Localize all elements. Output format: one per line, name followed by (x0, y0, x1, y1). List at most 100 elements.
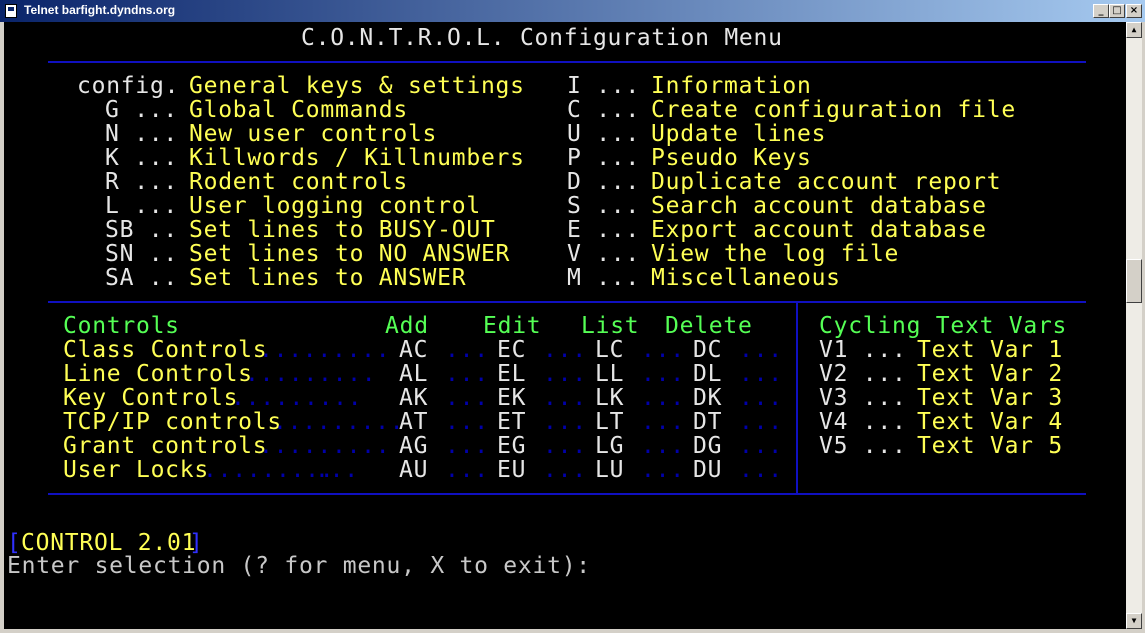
control-add[interactable]: AL (399, 362, 428, 386)
leader-dots: ... (739, 457, 783, 483)
page-title: C.O.N.T.R.O.L. Configuration Menu (301, 25, 783, 51)
leader-dots: ... (445, 385, 489, 411)
text-var-item[interactable]: Text Var 2 (917, 362, 1063, 386)
control-delete[interactable]: DL (693, 362, 722, 386)
control-edit[interactable]: EL (497, 362, 526, 386)
menu-item-information[interactable]: Information (651, 74, 812, 98)
menu-item-answer[interactable]: Set lines to ANSWER (189, 266, 466, 290)
menu-item-view-log[interactable]: View the log file (651, 242, 899, 266)
leader-dots: ... (641, 361, 685, 387)
menu-key: L ... (105, 193, 178, 219)
menu-item-global[interactable]: Global Commands (189, 98, 408, 122)
status-version: CONTROL 2.01 (21, 530, 197, 556)
control-delete[interactable]: DK (693, 386, 722, 410)
menu-key: D ... (567, 169, 640, 195)
leader-dots: ......... (245, 361, 377, 387)
control-edit[interactable]: EK (497, 386, 526, 410)
control-list[interactable]: LK (595, 386, 624, 410)
control-name[interactable]: Line Controls (63, 362, 253, 386)
control-delete[interactable]: DG (693, 434, 722, 458)
control-name[interactable]: Grant controls (63, 434, 267, 458)
leader-dots: ... (739, 361, 783, 387)
control-add[interactable]: AU (399, 458, 428, 482)
control-list[interactable]: LU (595, 458, 624, 482)
menu-item-update-lines[interactable]: Update lines (651, 122, 826, 146)
leader-dots: ... (739, 385, 783, 411)
leader-dots: ... (445, 409, 489, 435)
leader-dots: ... (543, 361, 587, 387)
leader-dots: ... (641, 385, 685, 411)
control-add[interactable]: AK (399, 386, 428, 410)
menu-item-killwords[interactable]: Killwords / Killnumbers (189, 146, 525, 170)
menu-item-rodent[interactable]: Rodent controls (189, 170, 408, 194)
scroll-up-icon[interactable]: ▲ (1126, 22, 1142, 38)
menu-key: M ... (567, 265, 640, 291)
menu-item-export-db[interactable]: Export account database (651, 218, 987, 242)
close-button[interactable]: × (1126, 4, 1142, 18)
vertical-scrollbar[interactable]: ▲ ▼ (1126, 22, 1142, 629)
window-titlebar: Telnet barfight.dyndns.org _ □ × (0, 0, 1145, 22)
text-var-item[interactable]: Text Var 4 (917, 410, 1063, 434)
menu-key: I ... (567, 73, 640, 99)
menu-key: U ... (567, 121, 640, 147)
text-var-item[interactable]: Text Var 3 (917, 386, 1063, 410)
menu-item-create-config[interactable]: Create configuration file (651, 98, 1016, 122)
leader-dots: ... (543, 457, 587, 483)
leader-dots: ... (543, 433, 587, 459)
control-edit[interactable]: ET (497, 410, 526, 434)
control-add[interactable]: AC (399, 338, 428, 362)
control-add[interactable]: AG (399, 434, 428, 458)
menu-item-new-user[interactable]: New user controls (189, 122, 437, 146)
maximize-button[interactable]: □ (1109, 4, 1125, 18)
window-title: Telnet barfight.dyndns.org (24, 3, 176, 17)
menu-item-duplicate-report[interactable]: Duplicate account report (651, 170, 1001, 194)
menu-item-busy-out[interactable]: Set lines to BUSY-OUT (189, 218, 496, 242)
minimize-button[interactable]: _ (1093, 4, 1109, 18)
menu-item-no-answer[interactable]: Set lines to NO ANSWER (189, 242, 510, 266)
menu-item-search-db[interactable]: Search account database (651, 194, 987, 218)
scroll-thumb[interactable] (1126, 259, 1142, 303)
control-edit[interactable]: EU (497, 458, 526, 482)
leader-dots: ... (641, 433, 685, 459)
text-var-item[interactable]: Text Var 5 (917, 434, 1063, 458)
menu-key: V ... (567, 241, 640, 267)
leader-dots: ... (445, 337, 489, 363)
menu-item-pseudo-keys[interactable]: Pseudo Keys (651, 146, 812, 170)
control-list[interactable]: LG (595, 434, 624, 458)
text-var-item[interactable]: Text Var 1 (917, 338, 1063, 362)
terminal-screen[interactable]: C.O.N.T.R.O.L. Configuration Menu config… (4, 22, 1126, 629)
menu-key: SB .. (105, 217, 178, 243)
control-list[interactable]: LT (595, 410, 624, 434)
var-key: V1 ... (819, 337, 907, 363)
control-list[interactable]: LL (595, 362, 624, 386)
control-name[interactable]: Key Controls (63, 386, 238, 410)
leader-dots: ... (445, 361, 489, 387)
control-edit[interactable]: EG (497, 434, 526, 458)
menu-key: G ... (105, 97, 178, 123)
control-delete[interactable]: DU (693, 458, 722, 482)
leader-dots: ......... (259, 433, 391, 459)
scroll-down-icon[interactable]: ▼ (1126, 613, 1142, 629)
menu-key: SN .. (105, 241, 178, 267)
column-header-controls: Controls (63, 313, 180, 339)
control-name[interactable]: TCP/IP controls (63, 410, 282, 434)
command-prompt[interactable]: Enter selection (? for menu, X to exit): (7, 554, 591, 578)
menu-key: C ... (567, 97, 640, 123)
divider-bottom (48, 493, 1086, 495)
menu-item-misc[interactable]: Miscellaneous (651, 266, 841, 290)
menu-item-logging[interactable]: User logging control (189, 194, 481, 218)
divider-vertical (796, 303, 798, 493)
leader-dots: ... (739, 409, 783, 435)
cycling-header: Cycling Text Vars (819, 313, 1068, 339)
leader-dots: ... (641, 409, 685, 435)
control-edit[interactable]: EC (497, 338, 526, 362)
control-list[interactable]: LC (595, 338, 624, 362)
column-header-add: Add (385, 313, 429, 339)
leader-dots: ... (445, 457, 489, 483)
control-delete[interactable]: DC (693, 338, 722, 362)
control-add[interactable]: AT (399, 410, 428, 434)
control-name[interactable]: Class Controls (63, 338, 267, 362)
menu-item-general[interactable]: General keys & settings (189, 74, 525, 98)
control-name[interactable]: User Locks (63, 458, 209, 482)
control-delete[interactable]: DT (693, 410, 722, 434)
